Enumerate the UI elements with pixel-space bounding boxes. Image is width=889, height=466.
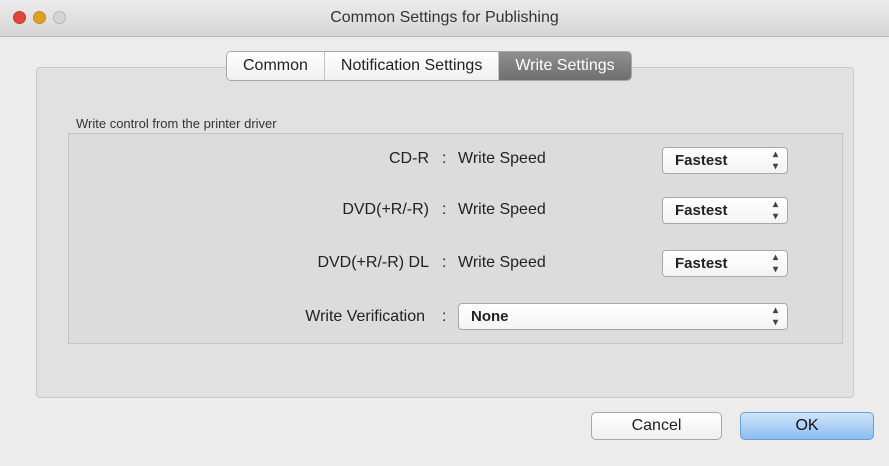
cd-r-label: CD-R [389, 150, 429, 167]
write-verification-label: Write Verification [305, 308, 425, 325]
cancel-button[interactable]: Cancel [591, 412, 722, 440]
tab-write-settings[interactable]: Write Settings [499, 52, 631, 80]
title-bar[interactable]: Common Settings for Publishing [0, 0, 889, 37]
dvd-r-label: DVD(+R/-R) [342, 201, 429, 218]
tab-common[interactable]: Common [227, 52, 325, 80]
cd-r-speed-value: Fastest [675, 152, 728, 169]
ok-button[interactable]: OK [740, 412, 874, 440]
cd-r-colon: : [442, 150, 447, 167]
tab-notification-settings[interactable]: Notification Settings [324, 52, 500, 80]
dvd-r-write-speed-label: Write Speed [458, 201, 546, 218]
cd-r-write-speed-label: Write Speed [458, 150, 546, 167]
dvd-r-dl-colon: : [442, 254, 447, 271]
dvd-r-dl-speed-value: Fastest [675, 255, 728, 272]
window-title: Common Settings for Publishing [330, 9, 559, 26]
dvd-r-dl-label: DVD(+R/-R) DL [317, 254, 429, 271]
up-down-chevron-icon: ▴ ▾ [772, 251, 778, 275]
cd-r-speed-select[interactable]: Fastest ▴ ▾ [662, 147, 788, 174]
section-label: Write control from the printer driver [76, 116, 277, 131]
write-verification-value: None [471, 308, 509, 325]
tab-bar: Common Notification Settings Write Setti… [226, 51, 632, 81]
up-down-chevron-icon: ▴ ▾ [772, 304, 778, 328]
up-down-chevron-icon: ▴ ▾ [772, 148, 778, 172]
dialog-window: Common Settings for Publishing Common No… [0, 0, 889, 466]
dvd-r-colon: : [442, 201, 447, 218]
dvd-r-speed-select[interactable]: Fastest ▴ ▾ [662, 197, 788, 224]
dvd-r-speed-value: Fastest [675, 202, 728, 219]
dvd-r-dl-speed-select[interactable]: Fastest ▴ ▾ [662, 250, 788, 277]
dvd-r-dl-write-speed-label: Write Speed [458, 254, 546, 271]
up-down-chevron-icon: ▴ ▾ [772, 198, 778, 222]
write-verification-select[interactable]: None ▴ ▾ [458, 303, 788, 330]
write-verification-colon: : [442, 308, 447, 325]
